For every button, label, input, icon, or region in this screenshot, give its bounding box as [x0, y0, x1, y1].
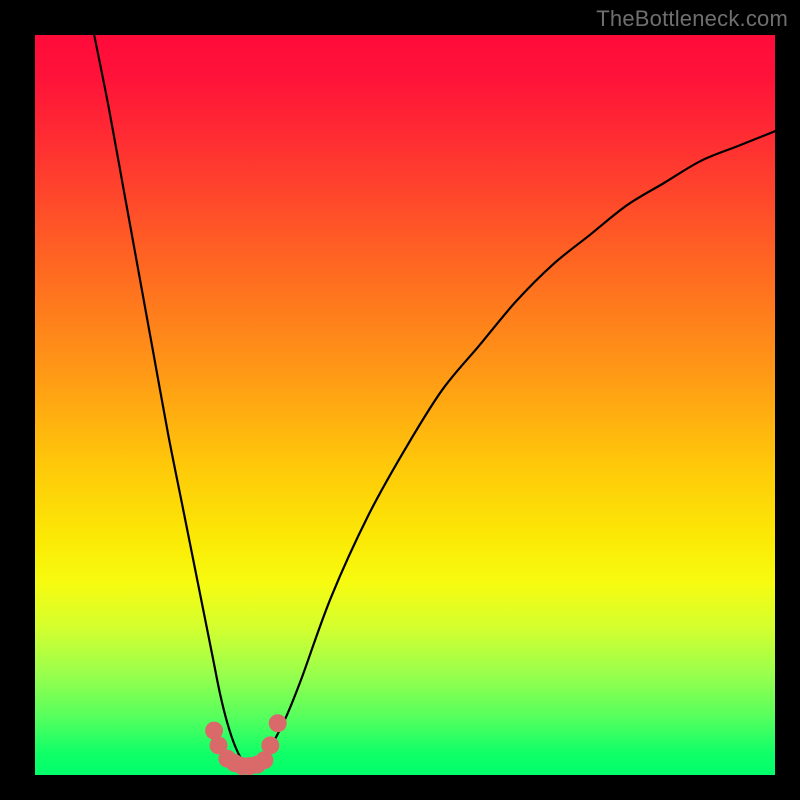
watermark-text: TheBottleneck.com — [596, 6, 788, 32]
plot-area — [35, 35, 775, 775]
marker-point — [269, 714, 287, 732]
chart-svg — [35, 35, 775, 775]
near-minimum-markers — [205, 714, 287, 775]
outer-frame: TheBottleneck.com — [0, 0, 800, 800]
marker-point — [261, 736, 279, 754]
bottleneck-curve — [94, 35, 775, 769]
